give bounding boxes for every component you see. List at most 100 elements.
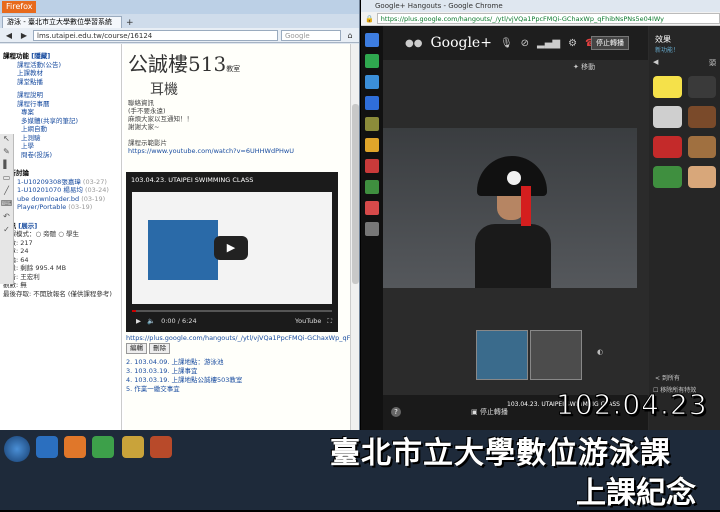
keyboard-icon[interactable]: ⌨ — [0, 199, 13, 212]
move-hint[interactable]: ✦ 移動 — [573, 62, 595, 72]
play-control-icon[interactable]: ▶ — [136, 317, 141, 325]
video-progress[interactable] — [132, 310, 332, 312]
drive-icon[interactable] — [365, 180, 379, 194]
line-icon[interactable]: ╱ — [0, 186, 13, 199]
youtube-embed[interactable]: 103.04.23. UTAIPEI SWIMMING CLASS ▶ ▶ 🔈 … — [126, 172, 338, 332]
filmstrip-icon[interactable] — [365, 117, 379, 131]
effect-glasses[interactable] — [687, 76, 716, 98]
video-title[interactable]: 103.04.23. UTAIPEI SWIMMING CLASS — [126, 172, 338, 188]
list-item[interactable]: 5. 作業一繳交事宜 — [126, 385, 352, 394]
all-effects-link[interactable]: < 到所有 — [655, 373, 680, 382]
ie-icon[interactable] — [36, 436, 58, 458]
screenshare-icon[interactable] — [365, 54, 379, 68]
list-item[interactable]: 3. 103.03.19. 上課事宜 — [126, 367, 352, 376]
effect-hat[interactable] — [687, 136, 716, 158]
effect-mustache[interactable] — [687, 106, 716, 128]
discussion-item[interactable]: 1-U10209308張嘉瑋 (03-27) — [3, 178, 118, 187]
effect-horns[interactable] — [653, 136, 682, 158]
chat-icon[interactable] — [365, 33, 379, 47]
sidebar-item-project[interactable]: 專案 — [3, 108, 118, 117]
sidebar-item-calendar[interactable]: 課程行事曆 — [3, 100, 118, 109]
add-app-icon[interactable] — [365, 222, 379, 236]
effect-leaf[interactable] — [653, 166, 682, 188]
youtube-app-icon[interactable] — [365, 159, 379, 173]
sidebar-item-vod[interactable]: 課堂點播 — [3, 78, 118, 87]
eraser-icon[interactable]: ▭ — [0, 173, 13, 186]
sidebar-heading-info: 資訊 [展示] — [3, 221, 38, 230]
discussion-item[interactable]: 1-U10201070 楊易均 (03-24) — [3, 186, 118, 195]
scroll-thumb[interactable] — [352, 104, 359, 284]
discussion-item[interactable]: Player/Portable (03-19) — [3, 203, 118, 212]
firefox-icon[interactable] — [64, 436, 86, 458]
effect-animal[interactable] — [687, 166, 716, 188]
video-frame[interactable]: ▶ — [132, 192, 332, 304]
explorer-icon[interactable] — [122, 436, 144, 458]
info-row: 人數: 217 — [3, 238, 33, 247]
effects-title: 效果 — [655, 35, 671, 44]
discussion-item[interactable]: ube downloader.bd (03-19) — [3, 195, 118, 204]
sidebar-item-syllabus[interactable]: 課程說明 — [3, 91, 118, 100]
highlighter-icon[interactable]: ▌ — [0, 160, 13, 173]
sidebar-item-materials[interactable]: 上課教材 — [3, 69, 118, 78]
firefox-menu-button[interactable]: Firefox — [2, 1, 37, 13]
new-tab-icon[interactable]: + — [126, 18, 134, 28]
pen-icon[interactable]: ✎ — [0, 147, 13, 160]
list-item[interactable]: 4. 103.03.19. 上課地點公誠樓503教室 — [126, 376, 352, 385]
participant — [469, 146, 551, 288]
firefox-tabbar: 游泳 - 臺北市立大學數位學習系統 + — [0, 14, 359, 28]
sidebar-item-learn[interactable]: 上學 — [3, 142, 118, 151]
firefox-navbar: ◀ ▶ lms.utaipei.edu.tw/course/16124 Goog… — [0, 28, 359, 43]
mute-mic-icon[interactable]: 🎙 — [500, 38, 513, 49]
list-item[interactable]: 2. 103.04.09. 上課地點：游泳池 — [126, 358, 352, 367]
back-icon[interactable]: ◀ — [3, 31, 15, 40]
sidebar-item-online[interactable]: 上網自動 — [3, 125, 118, 134]
lock-icon: 🔒 — [365, 14, 374, 23]
effect-crown[interactable] — [653, 76, 682, 98]
prev-category-icon[interactable]: ◀ — [653, 58, 658, 68]
skull-icon — [507, 171, 521, 185]
info-row: 選課模式：○ 旁聽 ○ 學生 — [3, 230, 80, 238]
forward-icon[interactable]: ▶ — [18, 31, 30, 40]
stop-broadcast-bottom[interactable]: ▣ 停止轉播 — [471, 407, 508, 417]
play-icon[interactable]: ▶ — [214, 236, 248, 260]
stop-broadcast-button[interactable]: 停止轉播 — [591, 36, 629, 50]
volume-icon[interactable]: ◐ — [597, 348, 603, 356]
firefox-tab[interactable]: 游泳 - 臺北市立大學數位學習系統 — [2, 16, 122, 28]
red-scarf-effect — [521, 186, 531, 226]
effects-icon[interactable] — [365, 138, 379, 152]
sidebar-item-survey[interactable]: 問卷(投訴) — [3, 151, 118, 160]
check-icon[interactable]: ✓ — [0, 225, 13, 238]
fullscreen-icon[interactable]: ⛶ — [327, 317, 332, 326]
sidebar-item-announcements[interactable]: 課程活動(公告) — [3, 61, 118, 70]
sidebar-item-notes[interactable]: 多媒體(共享的筆記) — [3, 117, 118, 126]
volume-icon[interactable]: 🔈 — [147, 317, 155, 325]
thumbnail-classroom[interactable] — [476, 330, 528, 380]
url-bar[interactable]: lms.utaipei.edu.tw/course/16124 — [33, 29, 278, 41]
people-icon[interactable]: ●● — [405, 38, 422, 49]
hangout-link[interactable]: https://plus.google.com/hangouts/_/ytl/v… — [126, 334, 352, 343]
scrollbar[interactable] — [350, 44, 359, 430]
settings-icon[interactable]: ⚙ — [568, 38, 577, 49]
pointer-icon[interactable]: ↖ — [0, 134, 13, 147]
chrome-url-input[interactable]: https://plus.google.com/hangouts/_/ytl/v… — [376, 13, 720, 24]
media-icon[interactable] — [150, 436, 172, 458]
video-app-icon[interactable] — [365, 96, 379, 110]
youtube-logo[interactable]: YouTube — [295, 317, 321, 325]
help-icon[interactable]: ? — [391, 407, 401, 417]
mute-video-icon[interactable]: ⊘ — [521, 38, 529, 49]
start-button[interactable] — [4, 436, 30, 462]
firefox-content: 課程功能 [隱藏] 課程活動(公告) 上課教材 課堂點播 課程說明 課程行事曆 … — [0, 44, 359, 430]
camera-icon[interactable] — [365, 75, 379, 89]
edit-button[interactable]: 編輯 — [126, 343, 147, 354]
info-row: 最後存取: 不開放報名 (僅供課程參考) — [3, 289, 112, 298]
thumbnail-self[interactable] — [530, 330, 582, 380]
undo-icon[interactable]: ↶ — [0, 212, 13, 225]
delete-button[interactable]: 刪除 — [149, 343, 171, 354]
lifebuoy-icon[interactable] — [365, 201, 379, 215]
home-icon[interactable]: ⌂ — [344, 31, 356, 40]
youtube-link[interactable]: https://www.youtube.com/watch?v=6UHHWdPH… — [128, 147, 346, 155]
sidebar-item-quiz[interactable]: 上測驗 — [3, 134, 118, 143]
search-input[interactable]: Google — [281, 29, 341, 41]
effect-tiara[interactable] — [653, 106, 682, 128]
chrome-icon[interactable] — [92, 436, 114, 458]
